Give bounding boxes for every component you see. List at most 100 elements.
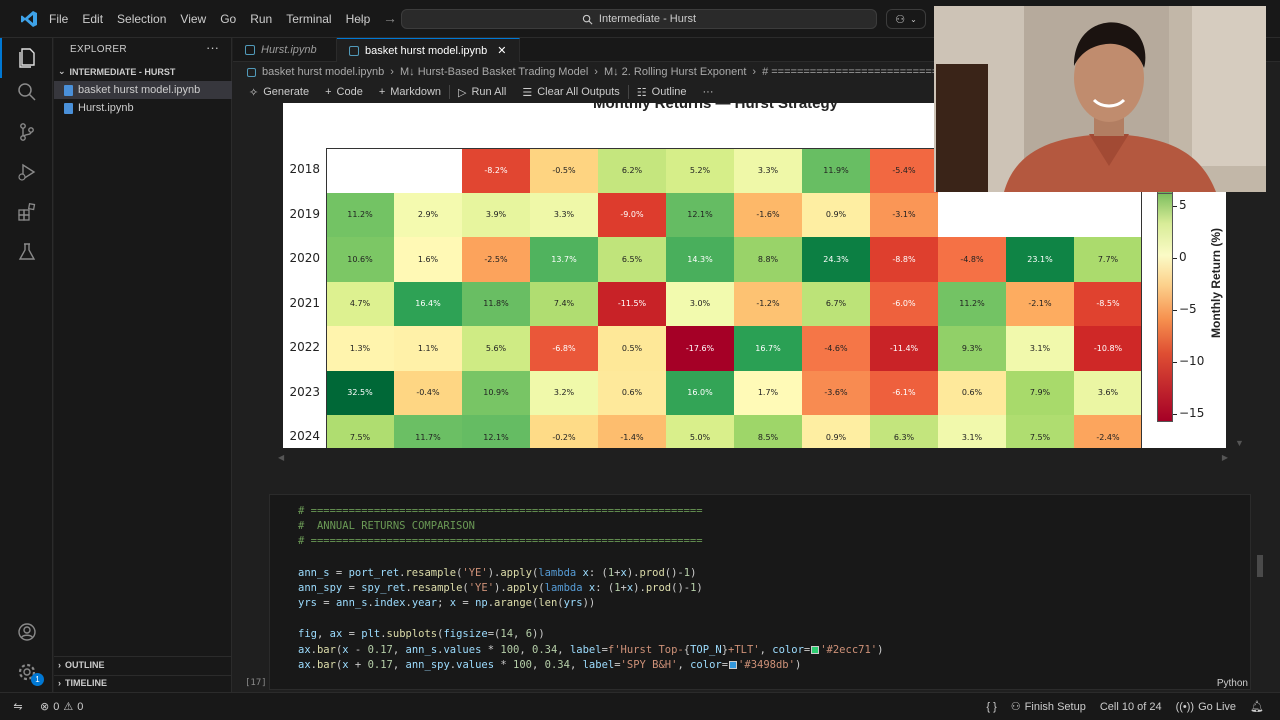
problems-indicator[interactable]: ⊗ 0 ⚠ 0 bbox=[36, 700, 87, 714]
workspace-folder[interactable]: ⌄ INTERMEDIATE - HURST bbox=[58, 66, 175, 77]
add-code-button[interactable]: + Code bbox=[317, 86, 371, 98]
vertical-scrollbar-thumb[interactable] bbox=[1257, 555, 1263, 577]
colorbar-tick-label: −15 bbox=[1179, 406, 1205, 420]
colorbar-tick-label: −5 bbox=[1179, 302, 1197, 316]
code-line: fig, ax = plt.subplots(figsize=(14, 6)) bbox=[298, 628, 545, 640]
code-line: ax.bar(x + 0.17, ann_spy.values * 100, 0… bbox=[298, 659, 802, 671]
add-markdown-button[interactable]: + Markdown bbox=[371, 86, 449, 98]
bell-icon[interactable]: 🔔︎ bbox=[1250, 700, 1264, 713]
copilot-icon: ⚇ bbox=[895, 13, 906, 26]
search-icon bbox=[582, 14, 593, 24]
generate-label: Generate bbox=[263, 86, 310, 98]
tab-label: Hurst.ipynb bbox=[261, 44, 317, 56]
clear-outputs-icon: ☰ bbox=[522, 86, 533, 99]
braces-status[interactable]: { } bbox=[986, 701, 996, 713]
generate-button[interactable]: ✧ Generate bbox=[241, 86, 317, 99]
more-actions-icon[interactable]: ··· bbox=[206, 40, 219, 55]
code-line: ann_spy = spy_ret.resample('YE').apply(l… bbox=[298, 582, 703, 594]
menu-run[interactable]: Run bbox=[243, 0, 279, 38]
command-center[interactable]: Intermediate - Hurst bbox=[401, 9, 877, 29]
colorbar-tick-label: 5 bbox=[1179, 198, 1187, 212]
tab-hurst[interactable]: Hurst.ipynb bbox=[233, 38, 337, 62]
notebook-icon bbox=[247, 67, 256, 77]
search-icon[interactable] bbox=[0, 72, 53, 112]
plus-icon: + bbox=[325, 86, 332, 98]
notebook-toolbar: ✧ Generate + Code + Markdown ▷ Run All ☰ Clea… bbox=[233, 81, 722, 103]
file-hurst[interactable]: Hurst.ipynb bbox=[54, 99, 232, 117]
colorbar-tick-mark bbox=[1173, 206, 1177, 207]
source-control-icon[interactable] bbox=[0, 112, 53, 152]
chevron-right-icon: › bbox=[594, 66, 598, 78]
outline-button[interactable]: ☷ Outline bbox=[629, 86, 695, 99]
testing-flask-icon[interactable] bbox=[0, 232, 53, 272]
status-left: ⇋ ⊗ 0 ⚠ 0 bbox=[0, 693, 87, 720]
menu-go[interactable]: Go bbox=[213, 0, 243, 38]
colorbar-tick-mark bbox=[1173, 362, 1177, 363]
sparkle-icon: ✧ bbox=[249, 86, 259, 99]
more-actions-icon[interactable]: ··· bbox=[695, 86, 722, 98]
menu-file[interactable]: File bbox=[42, 0, 75, 38]
colorbar-tick-label: −10 bbox=[1179, 354, 1205, 368]
menu-terminal[interactable]: Terminal bbox=[279, 0, 338, 38]
settings-gear-icon[interactable]: 1 bbox=[0, 652, 53, 692]
colorbar-tick-mark bbox=[1173, 258, 1177, 259]
colorbar-tick-mark bbox=[1173, 310, 1177, 311]
colorbar-label: Monthly Return (%) bbox=[1209, 228, 1223, 338]
y-tick-label: 2019 bbox=[289, 206, 320, 221]
chevron-down-icon[interactable]: ▼ bbox=[1235, 438, 1244, 448]
colorbar-tick-mark bbox=[1173, 414, 1177, 415]
outline-section[interactable]: › OUTLINE bbox=[58, 660, 105, 670]
finish-setup-label: Finish Setup bbox=[1024, 700, 1086, 713]
error-icon: ⊗ bbox=[40, 701, 50, 713]
back-arrow-icon[interactable]: ← bbox=[355, 10, 369, 26]
outline-label: OUTLINE bbox=[65, 660, 105, 670]
scroll-right-icon[interactable]: ▶ bbox=[1222, 453, 1228, 463]
clear-all-outputs-button[interactable]: ☰ Clear All Outputs bbox=[514, 86, 627, 99]
copilot-button[interactable]: ⚇ ⌄ bbox=[886, 9, 926, 29]
tab-basket-hurst-model[interactable]: basket hurst model.ipynb ✕ bbox=[337, 38, 520, 62]
code-cell[interactable]: # ======================================… bbox=[269, 494, 1251, 690]
file-basket-hurst-model[interactable]: basket hurst model.ipynb bbox=[54, 81, 232, 99]
explorer-title: EXPLORER bbox=[70, 44, 127, 55]
file-label: basket hurst model.ipynb bbox=[78, 84, 201, 96]
chevron-right-icon: › bbox=[58, 660, 61, 670]
cell-language[interactable]: Python bbox=[1217, 678, 1248, 689]
notebook-icon bbox=[349, 45, 359, 56]
run-all-label: Run All bbox=[471, 86, 507, 98]
timeline-section[interactable]: › TIMELINE bbox=[58, 678, 107, 688]
scroll-left-icon[interactable]: ◀ bbox=[278, 453, 284, 463]
extensions-icon[interactable] bbox=[0, 192, 53, 232]
code-line: ann_s = port_ret.resample('YE').apply(la… bbox=[298, 567, 697, 579]
run-all-icon: ▷ bbox=[458, 86, 467, 99]
go-live-button[interactable]: ((•)) Go Live bbox=[1176, 701, 1236, 713]
menu-selection[interactable]: Selection bbox=[110, 0, 173, 38]
cell-position[interactable]: Cell 10 of 24 bbox=[1100, 701, 1162, 713]
run-all-button[interactable]: ▷ Run All bbox=[450, 86, 514, 99]
account-icon[interactable] bbox=[0, 612, 53, 652]
tab-label: basket hurst model.ipynb bbox=[365, 44, 488, 57]
execution-count: [17] bbox=[245, 678, 267, 688]
breadcrumb-item[interactable]: M↓ 2. Rolling Hurst Exponent bbox=[604, 66, 746, 78]
run-debug-icon[interactable] bbox=[0, 152, 53, 192]
close-icon[interactable]: ✕ bbox=[497, 44, 506, 57]
code-label: Code bbox=[336, 86, 363, 98]
color-swatch bbox=[729, 661, 738, 669]
vscode-logo-icon bbox=[21, 11, 37, 27]
activity-bar: 1 bbox=[0, 38, 53, 692]
breadcrumb-item[interactable]: M↓ Hurst-Based Basket Trading Model bbox=[400, 66, 588, 78]
finish-setup-button[interactable]: ⚇ Finish Setup bbox=[1011, 700, 1086, 714]
code-line: # ======================================… bbox=[298, 535, 703, 547]
menu-view[interactable]: View bbox=[173, 0, 213, 38]
code-line: # ======================================… bbox=[298, 505, 703, 517]
chevron-down-icon: ⌄ bbox=[58, 66, 66, 76]
breadcrumb-item[interactable]: basket hurst model.ipynb bbox=[262, 66, 384, 78]
menu-bar: File Edit Selection View Go Run Terminal… bbox=[42, 0, 377, 38]
workspace-folder-label: INTERMEDIATE - HURST bbox=[69, 66, 176, 77]
horizontal-scrollbar[interactable]: ◀ ▶ bbox=[278, 453, 1228, 463]
menu-edit[interactable]: Edit bbox=[75, 0, 110, 38]
heatmap-frame bbox=[326, 148, 1142, 448]
command-center-label: Intermediate - Hurst bbox=[598, 13, 697, 25]
forward-arrow-icon[interactable]: → bbox=[383, 10, 397, 26]
markdown-label: Markdown bbox=[390, 86, 442, 98]
remote-icon[interactable]: ⇋ bbox=[0, 693, 36, 720]
